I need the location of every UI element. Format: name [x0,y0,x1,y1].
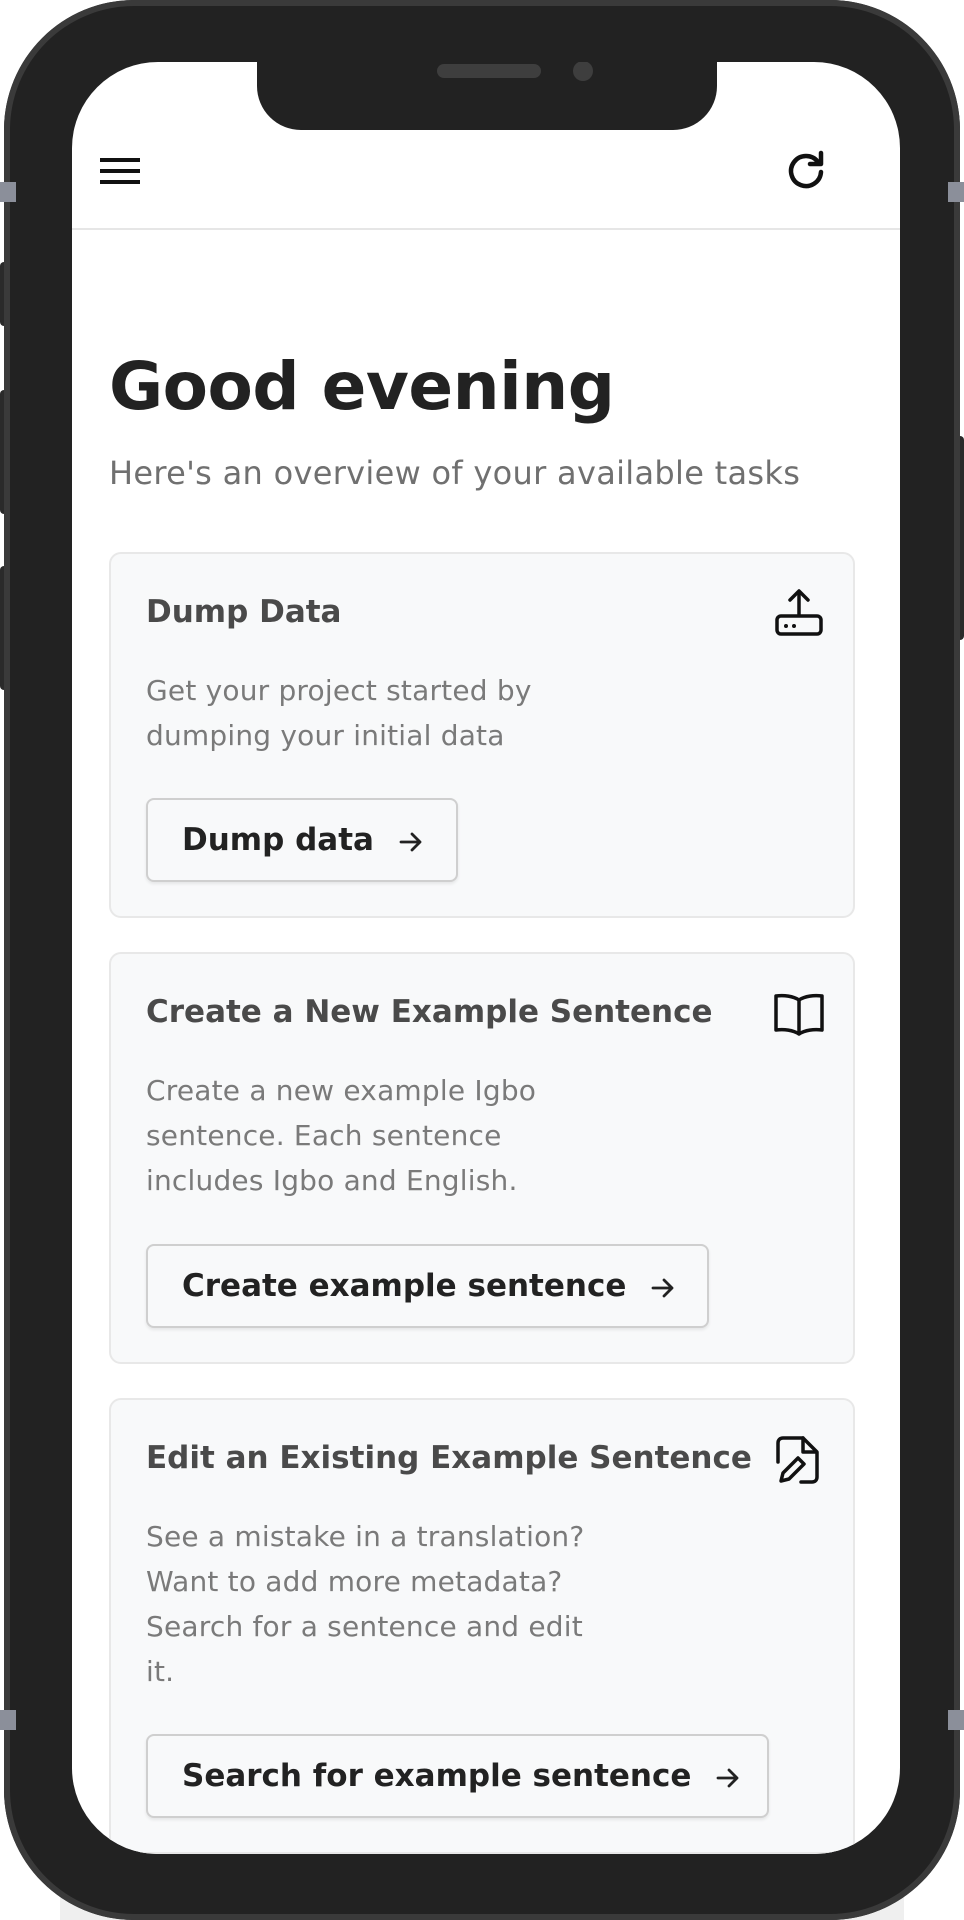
card-description: See a mistake in a translation? Want to … [146,1520,585,1688]
antenna-band [948,1710,964,1730]
card-title: Edit an Existing Example Sentence [146,1440,752,1476]
arrow-right-icon [715,1763,741,1789]
refresh-icon[interactable] [784,148,828,192]
task-card-edit-sentence: Edit an Existing Example Sentence See a … [109,1398,855,1854]
dump-data-button[interactable]: Dump data [146,798,458,882]
button-label: Create example sentence [182,1268,627,1304]
button-label: Search for example sentence [182,1758,692,1794]
file-edit-icon [773,1434,825,1486]
open-book-icon [773,988,825,1040]
card-description: Get your project started by dumping your… [146,674,532,752]
card-description: Create a new example Igbo sentence. Each… [146,1074,537,1197]
device-screen: Good evening Here's an overview of your … [72,62,900,1854]
task-card-dump-data: Dump Data Get your project started by du… [109,552,855,918]
page-root: Good evening Here's an overview of your … [0,0,964,1920]
speaker-grille [437,64,541,78]
antenna-band [948,182,964,202]
antenna-band [0,1710,16,1730]
hamburger-menu-icon[interactable] [100,150,142,192]
device-notch [257,62,717,130]
card-title: Create a New Example Sentence [146,994,713,1030]
arrow-right-icon [398,827,424,853]
task-card-create-sentence: Create a New Example Sentence Create a n… [109,952,855,1364]
search-example-sentence-button[interactable]: Search for example sentence [146,1734,769,1818]
front-camera [573,62,593,81]
button-label: Dump data [182,822,374,858]
upload-drive-icon [773,588,825,640]
device-frame: Good evening Here's an overview of your … [0,0,964,1920]
page-subtitle: Here's an overview of your available tas… [109,454,801,492]
page-title: Good evening [109,348,615,425]
card-title: Dump Data [146,594,342,630]
arrow-right-icon [650,1273,676,1299]
create-example-sentence-button[interactable]: Create example sentence [146,1244,709,1328]
antenna-band [0,182,16,202]
